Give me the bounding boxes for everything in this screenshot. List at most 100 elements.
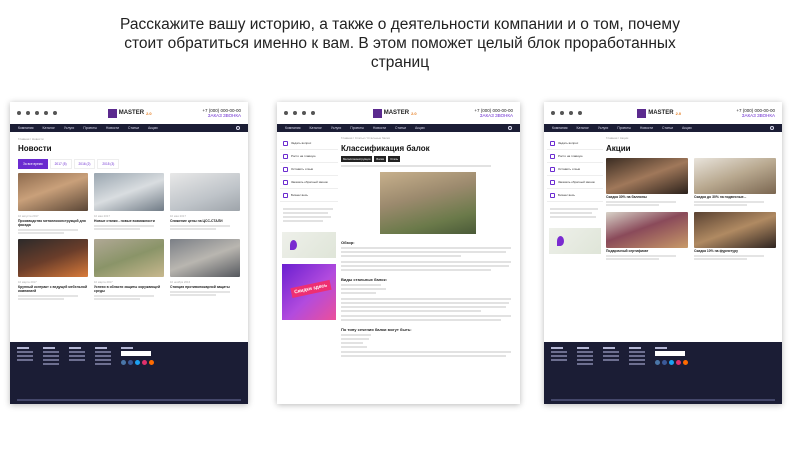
nav-item[interactable]: Проекты [617,126,631,130]
search-icon[interactable] [508,126,512,130]
tab-2017[interactable]: 2017 (5) [49,159,72,169]
map-pin-icon [557,236,564,246]
news-image [94,239,164,277]
promo-card[interactable]: Скидка до 30% на подвесные... [694,158,776,206]
screenshot-news: MASTER 2.0 +7 (000) 000-00-00 ЗАКАЗ ЗВОНКА… [10,102,248,404]
article-image [380,172,476,234]
sidebar-item-review[interactable]: Оставить отзыв [280,163,338,176]
sidebar-item-main[interactable]: Росто на главную [547,150,603,163]
nav-item[interactable]: Статьи [395,126,406,130]
page-headline: Расскажите вашу историю, а также о деяте… [120,16,680,71]
promo-card[interactable]: Скидка 30% на баллоны [606,158,688,206]
phone-block[interactable]: +7 (000) 000-00-00 ЗАКАЗ ЗВОНКА [736,108,775,118]
nav-item[interactable]: Проекты [83,126,97,130]
main-nav: Компания Каталог Услуги Проекты Новости … [544,124,782,132]
sidebar-item-business[interactable]: Бизнес весь [547,189,603,202]
nav-item[interactable]: Услуги [64,126,74,130]
nav-item[interactable]: Услуги [598,126,608,130]
review-icon [283,166,288,172]
nav-item[interactable]: Проекты [350,126,364,130]
top-bar: MASTER 2.0 +7 (000) 000-00-00 ЗАКАЗ ЗВОНКА [10,102,248,124]
promo-image [694,158,776,194]
twitter-icon[interactable] [44,111,48,115]
site-logo[interactable]: MASTER 2.0 [107,108,152,118]
search-icon[interactable] [236,126,240,130]
nav-item[interactable]: Компания [285,126,301,130]
nav-item[interactable]: Компания [552,126,568,130]
site-logo[interactable]: MASTER 2.0 [637,108,681,118]
page-title: Акции [606,144,631,153]
vk-icon[interactable] [293,111,297,115]
location-icon[interactable] [284,111,288,115]
location-icon[interactable] [551,111,555,115]
tab-2016[interactable]: 2016 (2) [73,159,96,169]
search-icon[interactable] [770,126,774,130]
promo-text: Скидки здесь [290,279,332,299]
map-widget[interactable] [549,228,601,254]
twitter-icon[interactable] [311,111,315,115]
top-bar: MASTER 2.0 +7 (000) 000-00-00 ЗАКАЗ ЗВОНКА [277,102,520,124]
news-card[interactable]: 10 марта 2017 Крупный контракт с ведущей … [18,239,88,300]
promo-banner[interactable]: Скидки здесь [282,264,336,320]
nav-item[interactable]: Новости [373,126,386,130]
promo-image [606,212,688,248]
nav-item[interactable]: Каталог [43,126,55,130]
section-heading: По типу сечения балки могут быть: [341,327,412,332]
site-logo[interactable]: MASTER 2.0 [372,108,417,118]
news-image [18,239,88,277]
screenshot-promotions: MASTER 2.0 +7 (000) 000-00-00 ЗАКАЗ ЗВОНКА… [544,102,782,404]
sidebar-item-question[interactable]: Задать вопрос [280,137,338,150]
sidebar-item-main[interactable]: Росто на главную [280,150,338,163]
facebook-icon[interactable] [569,111,573,115]
tab-2015[interactable]: 2015 (3) [97,159,120,169]
breadcrumb: Главная / Акции [606,136,629,140]
sidebar-item-callback[interactable]: Заказать обратный звонок [547,176,603,189]
map-widget[interactable] [282,232,336,258]
nav-item[interactable]: Новости [640,126,653,130]
twitter-icon[interactable] [578,111,582,115]
sidebar-item-business[interactable]: Бизнес весь [280,189,338,202]
nav-item[interactable]: Акции [415,126,424,130]
vk-icon[interactable] [560,111,564,115]
instagram-icon[interactable] [53,111,57,115]
logo-mark-icon [637,108,647,118]
facebook-icon[interactable] [302,111,306,115]
news-card[interactable]: 10 ноября 2016 Станция противопожарной за… [170,239,240,300]
promo-card[interactable]: Подарочный сертификат [606,212,688,260]
tag[interactable]: Металлоконструкции [341,156,373,162]
nav-item[interactable]: Компания [18,126,34,130]
phone-block[interactable]: +7 (000) 000-00-00 ЗАКАЗ ЗВОНКА [202,108,241,118]
news-image [170,173,240,211]
nav-item[interactable]: Новости [106,126,119,130]
promo-card[interactable]: Скидка 10% на фурнитуру [694,212,776,260]
tag[interactable]: Балки [374,156,387,162]
sidebar: Задать вопрос Росто на главную Оставить … [547,137,603,258]
nav-item[interactable]: Акции [148,126,157,130]
page-title: Классификация балок [341,144,430,153]
nav-item[interactable]: Статьи [128,126,139,130]
news-card[interactable]: 10 марта 2017 Успехи в области защиты окр… [94,239,164,300]
sidebar-item-callback[interactable]: Заказать обратный звонок [280,176,338,189]
review-icon [550,166,555,172]
nav-item[interactable]: Каталог [310,126,322,130]
phone-block[interactable]: +7 (000) 000-00-00 ЗАКАЗ ЗВОНКА [474,108,513,118]
news-card[interactable]: 10 мая 2017 Новые станки - новые возможно… [94,173,164,234]
tab-all[interactable]: За все время [18,159,48,169]
logo-mark-icon [372,108,382,118]
vk-icon[interactable] [26,111,30,115]
news-card[interactable]: 10 августа 2017 Производство металлоконст… [18,173,88,234]
site-footer [544,342,782,404]
sidebar-item-question[interactable]: Задать вопрос [547,137,603,150]
facebook-icon[interactable] [35,111,39,115]
news-card[interactable]: 10 мая 2017 Снижение цены на ЦСС-СТАЛИ [170,173,240,234]
nav-item[interactable]: Каталог [577,126,589,130]
top-bar: MASTER 2.0 +7 (000) 000-00-00 ЗАКАЗ ЗВОНКА [544,102,782,124]
sidebar-item-review[interactable]: Оставить отзыв [547,163,603,176]
page-title: Новости [18,144,52,153]
location-icon[interactable] [17,111,21,115]
nav-item[interactable]: Акции [682,126,691,130]
news-image [170,239,240,277]
tag[interactable]: Сталь [388,156,401,162]
nav-item[interactable]: Услуги [331,126,341,130]
nav-item[interactable]: Статьи [662,126,673,130]
